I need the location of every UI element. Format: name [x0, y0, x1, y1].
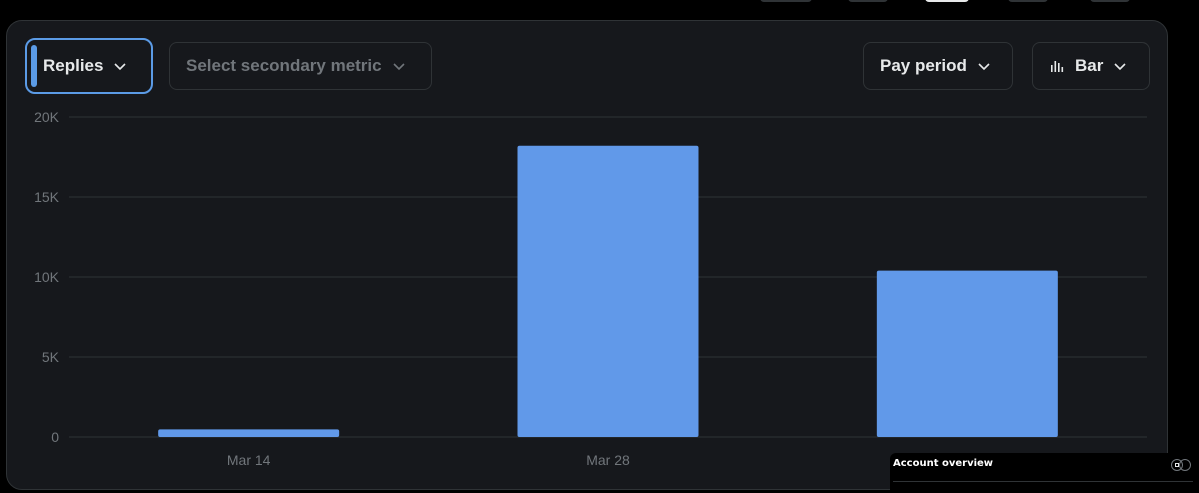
period-label: Pay period	[880, 56, 967, 75]
y-tick-label: 20K	[34, 109, 60, 125]
bar	[876, 270, 1058, 437]
account-overview-title: Account overview	[893, 458, 994, 469]
bar	[517, 145, 699, 438]
chart-type-dropdown[interactable]: Bar	[1032, 42, 1150, 90]
top-nav-pill[interactable]	[848, 0, 888, 2]
y-tick-label: 0	[51, 429, 59, 445]
metric-color-indicator	[31, 45, 37, 87]
primary-metric-label: Replies	[43, 56, 104, 75]
bar-chart-icon	[1051, 61, 1064, 72]
top-nav-pill[interactable]	[760, 0, 812, 2]
chevron-down-icon	[978, 63, 990, 71]
top-nav-pill[interactable]	[1008, 0, 1048, 2]
chevron-down-icon	[114, 63, 127, 71]
account-overview-popup[interactable]: Account overview	[890, 453, 1199, 493]
bar-chart: 0 5K 10K 15K 20K Mar 14 Mar 28	[34, 109, 1147, 468]
y-tick-label: 5K	[42, 349, 60, 365]
secondary-metric-dropdown[interactable]: Select secondary metric	[169, 42, 432, 90]
primary-metric-dropdown[interactable]: Replies	[25, 38, 153, 94]
chart-panel: 0 5K 10K 15K 20K Mar 14 Mar 28 Replies Select …	[6, 20, 1168, 490]
chevron-down-icon	[1114, 63, 1126, 71]
y-tick-label: 10K	[34, 269, 60, 285]
chart-type-label: Bar	[1075, 56, 1104, 75]
y-tick-label: 15K	[34, 189, 60, 205]
x-tick-label: Mar 28	[586, 452, 630, 468]
top-nav-pill[interactable]	[925, 0, 969, 2]
top-nav-pill[interactable]	[1090, 0, 1130, 2]
x-tick-label: Mar 14	[227, 452, 271, 468]
chevron-down-icon	[393, 63, 405, 71]
period-dropdown[interactable]: Pay period	[863, 42, 1013, 90]
secondary-metric-placeholder: Select secondary metric	[186, 56, 382, 75]
expand-icon[interactable]	[1179, 459, 1191, 471]
bar	[158, 429, 340, 437]
